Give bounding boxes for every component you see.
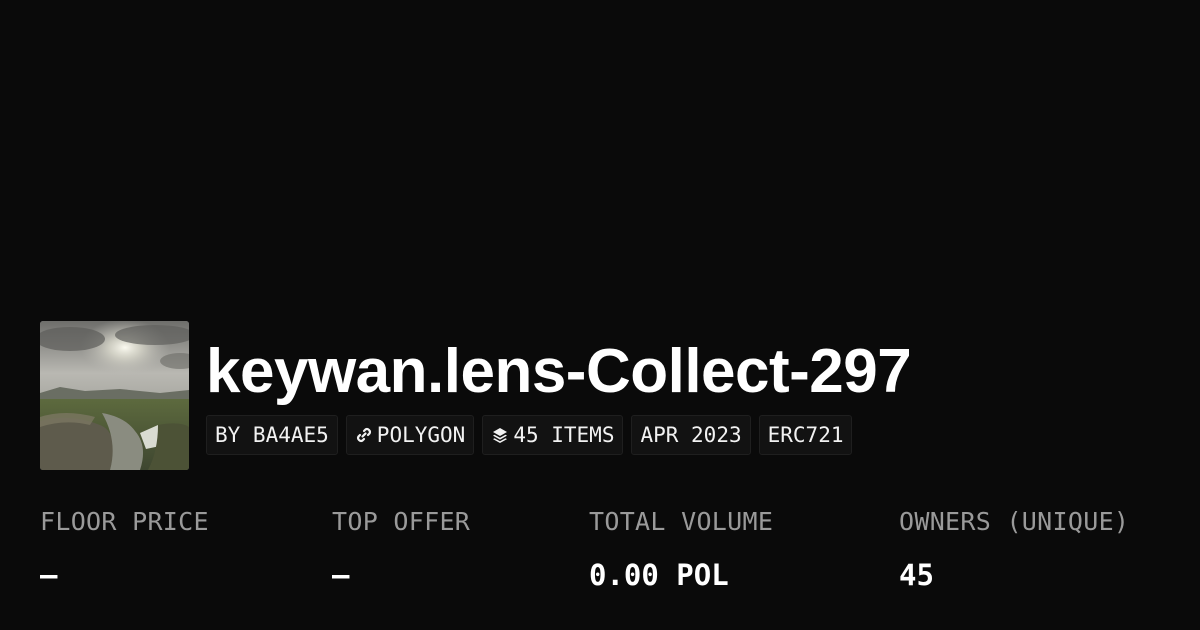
total-volume-label: TOTAL VOLUME (589, 507, 774, 536)
total-volume-value: 0.00 POL (589, 558, 729, 592)
items-tag-label: 45 ITEMS (513, 423, 615, 447)
floor-price-value: – (40, 558, 58, 592)
standard-tag-label: ERC721 (767, 423, 844, 447)
items-tag[interactable]: 45 ITEMS (482, 415, 624, 455)
total-volume-stat: TOTAL VOLUME 0.00 POL (589, 506, 773, 593)
chain-tag-label: POLYGON (376, 423, 466, 447)
owners-value: 45 (899, 558, 934, 592)
landscape-thumbnail-image (40, 321, 189, 470)
top-offer-value: – (332, 558, 350, 592)
creator-tag-label: BY BA4AE5 (215, 423, 329, 447)
creator-tag[interactable]: BY BA4AE5 (206, 415, 338, 455)
chain-tag[interactable]: POLYGON (345, 415, 475, 455)
date-tag-label: APR 2023 (640, 423, 742, 447)
top-offer-stat: TOP OFFER – (332, 506, 470, 593)
link-icon (355, 426, 373, 444)
floor-price-stat: FLOOR PRICE – (40, 506, 209, 593)
floor-price-label: FLOOR PRICE (40, 507, 209, 536)
date-tag: APR 2023 (631, 415, 751, 455)
layers-icon (491, 426, 509, 444)
owners-label: OWNERS (UNIQUE) (899, 507, 1130, 536)
standard-tag: ERC721 (758, 415, 853, 455)
collection-avatar (40, 321, 189, 470)
collection-title: keywan.lens-Collect-297 (206, 337, 912, 406)
owners-stat: OWNERS (UNIQUE) 45 (899, 506, 1129, 593)
collection-tags: BY BA4AE5 POLYGON 45 ITEMS APR 2023 ERC7… (206, 415, 853, 455)
top-offer-label: TOP OFFER (332, 507, 471, 536)
